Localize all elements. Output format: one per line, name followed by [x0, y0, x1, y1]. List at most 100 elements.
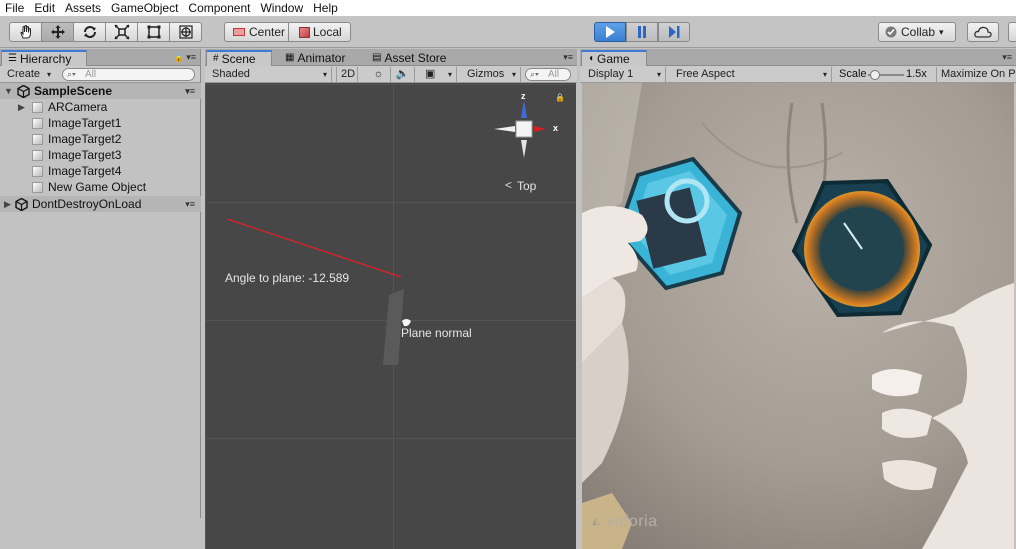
plane-normal-label: Plane normal: [401, 326, 472, 340]
expand-right-icon[interactable]: ▶: [18, 99, 25, 115]
list-item[interactable]: ImageTarget4: [0, 163, 201, 179]
chevron-down-icon: ▾: [447, 70, 452, 79]
scale-slider-knob[interactable]: [869, 70, 880, 80]
cloud-button[interactable]: [967, 22, 999, 42]
list-item[interactable]: ▶ ARCamera: [0, 99, 201, 115]
chevron-down-icon: ▾: [656, 70, 661, 79]
tab-hierarchy[interactable]: ☰ Hierarchy: [1, 50, 87, 66]
chevron-down-icon: ▾: [822, 70, 827, 79]
list-icon: ☰: [8, 53, 17, 64]
rect-tool-button[interactable]: [137, 22, 170, 42]
list-item-label: ARCamera: [48, 100, 108, 114]
game-subbar: Display 1 ▾ Free Aspect ▾ Scale 1.5x Max…: [580, 66, 1016, 83]
list-item-label: New Game Object: [48, 180, 147, 194]
space-local-button[interactable]: Local: [288, 22, 351, 42]
step-button[interactable]: [658, 22, 690, 42]
game-tabbar: ◖ Game ▾≡: [580, 49, 1016, 66]
sun-icon: ☼: [373, 68, 384, 80]
scale-slider[interactable]: [868, 70, 904, 80]
scene-geometry: [226, 218, 411, 365]
gizmos-dropdown[interactable]: Gizmos ▾: [463, 67, 521, 82]
scene-subbar: Shaded ▾ 2D ☼ 🔈 ▣ ▾ Gizmos ▾ ⌕▾ All: [205, 66, 577, 83]
angle-ray-line: [226, 218, 402, 278]
hierarchy-search-placeholder: All: [85, 69, 97, 80]
hierarchy-search-input[interactable]: ⌕▾ All: [62, 68, 195, 81]
maximize-on-play-toggle[interactable]: Maximize On Pl: [936, 67, 1016, 82]
transform-icon: [178, 25, 193, 39]
list-item[interactable]: ImageTarget1: [0, 115, 201, 131]
list-item[interactable]: New Game Object: [0, 179, 201, 195]
game-tab-menu-icon[interactable]: ▾≡: [1002, 52, 1012, 63]
dontdestroy-menu-icon[interactable]: ▾≡: [185, 196, 195, 212]
create-dropdown[interactable]: Create ▾: [3, 67, 55, 82]
aspect-label: Free Aspect: [676, 68, 735, 80]
list-item[interactable]: ImageTarget2: [0, 131, 201, 147]
move-icon: [50, 25, 65, 39]
unity-scene-icon: [15, 198, 28, 211]
account-button[interactable]: [1008, 22, 1016, 42]
lock-icon[interactable]: 🔒: [173, 52, 184, 63]
scene-menu-icon[interactable]: ▾≡: [185, 83, 195, 99]
local-cube-icon: [299, 26, 310, 38]
scene-search-input[interactable]: ⌕▾ All: [525, 68, 571, 81]
audio-toggle[interactable]: 🔈: [391, 67, 415, 82]
move-tool-button[interactable]: [41, 22, 74, 42]
tab-game[interactable]: ◖ Game: [581, 50, 647, 66]
hierarchy-tab-menu-icon[interactable]: ▾≡: [186, 52, 196, 63]
menu-edit[interactable]: Edit: [29, 0, 60, 16]
menu-window[interactable]: Window: [255, 0, 308, 16]
tab-asset-store[interactable]: ▤ Asset Store: [366, 50, 452, 66]
collab-label: Collab: [901, 25, 936, 39]
scene-search-placeholder: All: [548, 69, 560, 80]
hierarchy-panel: ☰ Hierarchy 🔒 ▾≡ Create ▾ ⌕▾ All ▼ Sampl…: [0, 49, 201, 518]
game-viewport[interactable]: ◭ vuforia: [582, 83, 1014, 549]
lighting-toggle[interactable]: ☼: [367, 67, 391, 82]
display-dropdown[interactable]: Display 1 ▾: [584, 67, 666, 82]
tab-scene[interactable]: # Scene: [206, 50, 272, 66]
dontdestroy-scene-row[interactable]: ▶ DontDestroyOnLoad ▾≡: [0, 196, 201, 212]
scale-icon: [113, 24, 130, 40]
menu-bar: File Edit Assets GameObject Component Wi…: [0, 0, 1016, 16]
tab-animator[interactable]: ▦ Animator: [279, 50, 351, 66]
list-item-label: ImageTarget1: [48, 116, 122, 130]
expand-down-icon[interactable]: ▼: [4, 83, 13, 99]
gameobject-cube-icon: [32, 182, 43, 193]
play-button[interactable]: [594, 22, 626, 42]
scene-row[interactable]: ▼ SampleScene ▾≡: [0, 83, 201, 99]
maximize-label: Maximize On Pl: [941, 68, 1016, 80]
2d-toggle[interactable]: 2D: [336, 67, 358, 82]
collab-button[interactable]: Collab ▾: [878, 22, 956, 42]
2d-label: 2D: [341, 68, 356, 80]
gizmos-label: Gizmos: [467, 68, 505, 80]
aspect-dropdown[interactable]: Free Aspect ▾: [672, 67, 832, 82]
expand-right-icon[interactable]: ▶: [4, 196, 11, 212]
scene-tab-menu-icon[interactable]: ▾≡: [563, 52, 573, 63]
menu-file[interactable]: File: [0, 0, 29, 16]
image-icon: ▣: [425, 68, 436, 80]
rotate-tool-button[interactable]: [73, 22, 106, 42]
tab-scene-label: Scene: [221, 52, 256, 66]
menu-assets[interactable]: Assets: [60, 0, 106, 16]
menu-gameobject[interactable]: GameObject: [106, 0, 183, 16]
menu-component[interactable]: Component: [183, 0, 255, 16]
shading-mode-dropdown[interactable]: Shaded ▾: [208, 67, 332, 82]
hierarchy-subbar: Create ▾ ⌕▾ All: [0, 66, 200, 83]
collab-check-icon: [885, 26, 897, 38]
vuforia-watermark: vuforia: [606, 513, 658, 530]
gameobject-cube-icon: [32, 118, 43, 129]
hand-tool-button[interactable]: [9, 22, 42, 42]
rotate-icon: [83, 26, 96, 38]
pause-button[interactable]: [626, 22, 658, 42]
scale-tool-button[interactable]: [105, 22, 138, 42]
chevron-down-icon: ▾: [46, 70, 51, 79]
pivot-center-button[interactable]: Center: [224, 22, 289, 42]
game-panel: ◖ Game ▾≡ Display 1 ▾ Free Aspect ▾ Scal…: [580, 49, 1016, 549]
list-item[interactable]: ImageTarget3: [0, 147, 201, 163]
hand-icon: [19, 25, 31, 39]
transform-tool-button[interactable]: [169, 22, 202, 42]
dontdestroy-label: DontDestroyOnLoad: [32, 197, 142, 211]
effects-dropdown[interactable]: ▣ ▾: [421, 67, 457, 82]
menu-help[interactable]: Help: [308, 0, 343, 16]
scene-viewport[interactable]: z x 🔒 < Top Angle to plane: -12.589 Plan…: [205, 83, 576, 549]
angle-to-plane-label: Angle to plane: -12.589: [225, 271, 350, 285]
